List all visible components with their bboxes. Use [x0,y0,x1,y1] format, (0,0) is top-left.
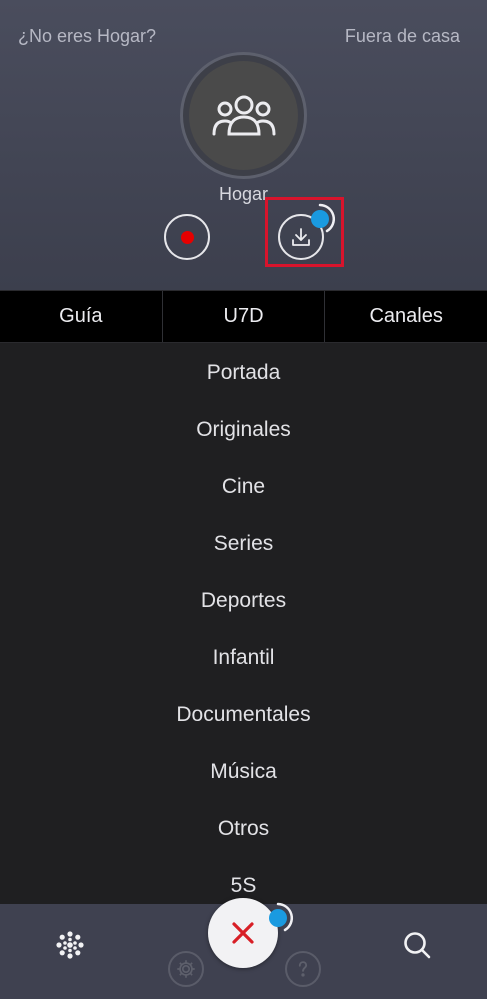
help-icon[interactable] [285,951,321,987]
menu-item-series[interactable]: Series [0,515,487,572]
dots-grid-icon[interactable] [51,926,89,964]
away-from-home-link[interactable]: Fuera de casa [345,26,460,47]
menu-item-5s[interactable]: 5S [0,857,487,904]
group-users-icon [212,95,275,135]
header: ¿No eres Hogar? Fuera de casa Hogar [0,0,487,290]
avatar-inner [189,61,298,170]
tab-canales[interactable]: Canales [325,291,487,342]
menu-item-portada[interactable]: Portada [0,344,487,401]
menu-item-musica[interactable]: Música [0,743,487,800]
category-menu: Portada Originales Cine Series Deportes … [0,344,487,904]
menu-item-infantil[interactable]: Infantil [0,629,487,686]
tab-guia[interactable]: Guía [0,291,163,342]
progress-badge [269,902,294,932]
download-progress-badge [311,203,336,233]
not-user-link[interactable]: ¿No eres Hogar? [18,26,156,47]
menu-item-cine[interactable]: Cine [0,458,487,515]
tab-bar: Guía U7D Canales [0,290,487,343]
menu-item-originales[interactable]: Originales [0,401,487,458]
profile-avatar[interactable] [180,52,307,179]
close-icon [232,922,254,944]
gear-icon[interactable] [168,951,204,987]
search-icon[interactable] [398,926,436,964]
tab-u7d[interactable]: U7D [163,291,326,342]
menu-item-otros[interactable]: Otros [0,800,487,857]
record-icon [180,230,194,244]
record-button[interactable] [164,214,210,260]
profile-name: Hogar [218,184,269,204]
menu-item-deportes[interactable]: Deportes [0,572,487,629]
menu-item-documentales[interactable]: Documentales [0,686,487,743]
